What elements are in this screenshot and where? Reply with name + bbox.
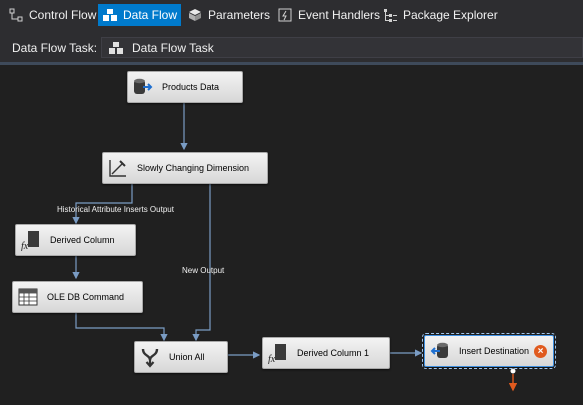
tab-label: Package Explorer — [403, 8, 498, 22]
component-insert-destination[interactable]: Insert Destination × — [422, 333, 556, 369]
component-derived-column[interactable]: fx Derived Column — [15, 224, 136, 256]
task-selector-row: Data Flow Task: Data Flow Task — [0, 32, 583, 62]
data-flow-canvas[interactable]: Products Data Slowly Changing Dimension … — [0, 65, 583, 405]
tab-label: Data Flow — [123, 8, 178, 22]
ole-db-command-grid-icon — [17, 286, 39, 308]
path-scd-new-output — [192, 184, 211, 342]
designer-tab-bar: Control Flow Data Flow Parameters Event … — [0, 0, 583, 32]
tab-parameters[interactable]: Parameters — [183, 4, 274, 26]
tab-event-handlers[interactable]: Event Handlers — [273, 4, 384, 26]
data-flow-icon — [102, 7, 118, 23]
svg-text:fx: fx — [21, 241, 29, 251]
tab-label: Event Handlers — [298, 8, 381, 22]
union-all-icon — [139, 346, 161, 368]
derived-column-icon: fx — [267, 342, 289, 365]
destination-database-icon — [429, 340, 451, 362]
component-ole-db-command[interactable]: OLE DB Command — [12, 281, 143, 313]
derived-column-icon: fx — [20, 229, 42, 252]
path-label-new-output: New Output — [182, 266, 225, 275]
component-slowly-changing-dimension[interactable]: Slowly Changing Dimension — [102, 152, 268, 184]
component-products-data[interactable]: Products Data — [127, 71, 243, 103]
component-label: Insert Destination — [459, 346, 530, 356]
path-scd-historical — [72, 184, 133, 225]
component-label: Union All — [169, 352, 205, 362]
tab-control-flow[interactable]: Control Flow — [4, 4, 100, 26]
data-flow-task-icon — [108, 40, 124, 56]
component-derived-column-1[interactable]: fx Derived Column 1 — [262, 337, 390, 369]
component-label: Derived Column — [50, 235, 115, 245]
component-union-all[interactable]: Union All — [134, 341, 228, 373]
tab-label: Control Flow — [29, 8, 97, 22]
path-oledb-to-union — [75, 312, 168, 342]
slowly-changing-dimension-icon — [107, 157, 129, 179]
component-label: Products Data — [162, 82, 220, 92]
component-label: Slowly Changing Dimension — [137, 163, 250, 173]
event-handlers-icon — [277, 7, 293, 23]
parameters-icon — [187, 7, 203, 23]
source-database-icon — [132, 76, 154, 98]
svg-text:fx: fx — [268, 354, 276, 364]
control-flow-icon — [8, 7, 24, 23]
package-explorer-icon — [382, 7, 398, 23]
tab-package-explorer[interactable]: Package Explorer — [378, 4, 502, 26]
data-flow-task-dropdown[interactable]: Data Flow Task — [101, 37, 583, 58]
tab-data-flow[interactable]: Data Flow — [98, 4, 182, 26]
component-label: Derived Column 1 — [297, 348, 370, 358]
path-label-historical: Historical Attribute Inserts Output — [57, 205, 174, 214]
component-label: OLE DB Command — [47, 292, 125, 302]
error-output-handle — [510, 368, 516, 374]
tab-label: Parameters — [208, 8, 271, 22]
error-icon[interactable]: × — [534, 345, 547, 358]
data-flow-task-value: Data Flow Task — [132, 40, 214, 55]
task-selector-label: Data Flow Task: — [12, 41, 98, 55]
